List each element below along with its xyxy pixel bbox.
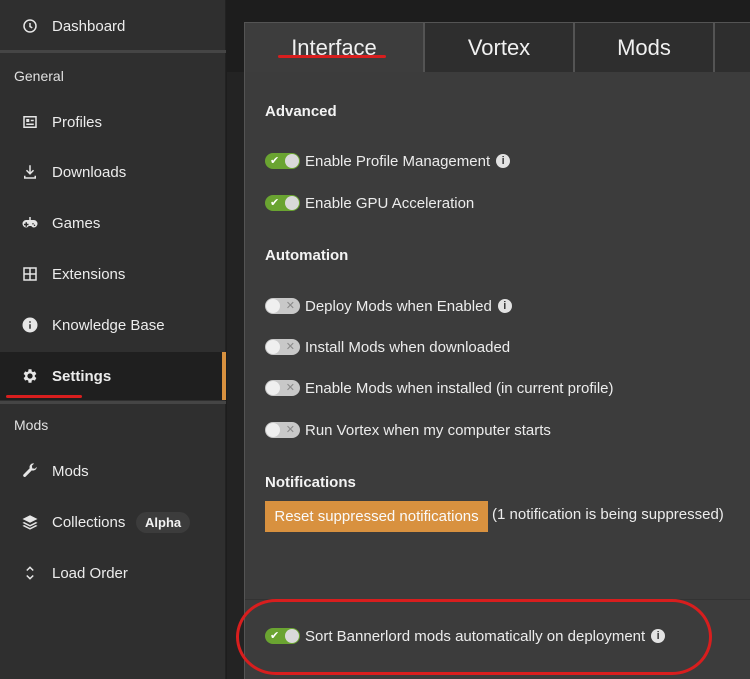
- sidebar-item-dashboard[interactable]: Dashboard: [0, 3, 226, 49]
- info-icon[interactable]: i: [651, 629, 666, 643]
- sidebar-item-label: Mods: [52, 462, 89, 480]
- sidebar-item-label: Dashboard: [52, 17, 126, 35]
- annotation-underline: [278, 55, 386, 58]
- annotation-underline: [6, 395, 82, 398]
- setting-label: Deploy Mods when Enabled: [305, 297, 492, 315]
- setting-sort-bannerlord: ✔ Sort Bannerlord mods automatically on …: [265, 626, 666, 646]
- setting-gpu-acceleration: ✔ Enable GPU Acceleration: [265, 193, 474, 213]
- setting-install-mods: ✕ Install Mods when downloaded: [265, 337, 510, 357]
- main-content: Interface Vortex Mods Advanced ✔ Enable …: [227, 0, 750, 679]
- setting-label: Enable Profile Management: [305, 152, 491, 170]
- alpha-badge: Alpha: [136, 512, 191, 533]
- sidebar-item-label: Profiles: [52, 113, 103, 131]
- toggle-switch[interactable]: ✔: [265, 195, 300, 211]
- sidebar-item-label: Extensions: [52, 265, 126, 283]
- x-icon: ✕: [285, 341, 295, 353]
- toggle-switch[interactable]: ✕: [265, 422, 300, 438]
- x-icon: ✕: [285, 424, 295, 436]
- sidebar-item-label: Games: [52, 214, 101, 232]
- section-header-mods: Mods: [14, 417, 49, 433]
- sidebar-item-extensions[interactable]: Extensions: [0, 251, 226, 297]
- section-heading-automation: Automation: [265, 247, 349, 264]
- check-icon: ✔: [270, 630, 280, 642]
- setting-run-at-startup: ✕ Run Vortex when my computer starts: [265, 420, 551, 440]
- extensions-icon: [21, 265, 39, 283]
- settings-panel: Advanced ✔ Enable Profile Management i ✔…: [244, 72, 750, 679]
- sort-icon: [21, 564, 39, 582]
- section-heading-advanced: Advanced: [265, 103, 337, 120]
- profiles-icon: [21, 113, 39, 131]
- sidebar-item-label: Downloads: [52, 163, 127, 181]
- sidebar-item-collections[interactable]: Collections Alpha: [0, 499, 226, 545]
- section-header-general: General: [14, 68, 64, 84]
- check-icon: ✔: [270, 155, 280, 167]
- sidebar-item-load-order[interactable]: Load Order: [0, 550, 226, 596]
- layers-icon: [21, 513, 39, 531]
- sidebar-item-profiles[interactable]: Profiles: [0, 99, 226, 145]
- sidebar: Dashboard General Profiles Downloads Gam…: [0, 0, 226, 679]
- toggle-switch[interactable]: ✕: [265, 380, 300, 396]
- gear-icon: [21, 367, 39, 385]
- x-icon: ✕: [285, 300, 295, 312]
- tab-overflow[interactable]: [714, 22, 750, 72]
- setting-label: Enable GPU Acceleration: [305, 194, 475, 212]
- sidebar-item-label: Collections: [52, 513, 126, 531]
- setting-deploy-mods: ✕ Deploy Mods when Enabled i: [265, 296, 512, 316]
- section-heading-notifications: Notifications: [265, 474, 356, 491]
- gamepad-icon: [21, 214, 39, 232]
- toggle-switch[interactable]: ✔: [265, 628, 300, 644]
- setting-label: Enable Mods when installed (in current p…: [305, 379, 614, 397]
- sidebar-divider: [0, 50, 226, 53]
- sidebar-item-label: Knowledge Base: [52, 316, 165, 334]
- tab-interface[interactable]: Interface: [244, 22, 424, 72]
- panel-divider: [245, 599, 750, 600]
- suppressed-count-text: (1 notification is being suppressed): [492, 506, 724, 523]
- sidebar-item-mods[interactable]: Mods: [0, 448, 226, 494]
- download-icon: [21, 163, 39, 181]
- x-icon: ✕: [285, 382, 295, 394]
- setting-label: Run Vortex when my computer starts: [305, 421, 551, 439]
- info-icon: [21, 316, 39, 334]
- sidebar-item-label: Load Order: [52, 564, 128, 582]
- check-icon: ✔: [270, 197, 280, 209]
- sidebar-divider: [0, 401, 226, 404]
- info-icon[interactable]: i: [496, 154, 511, 168]
- setting-label: Install Mods when downloaded: [305, 338, 511, 356]
- sidebar-item-label: Settings: [52, 367, 112, 385]
- info-icon[interactable]: i: [497, 299, 512, 313]
- sidebar-item-settings[interactable]: Settings: [0, 352, 226, 400]
- toggle-switch[interactable]: ✔: [265, 153, 300, 169]
- sidebar-item-downloads[interactable]: Downloads: [0, 149, 226, 195]
- tab-mods[interactable]: Mods: [574, 22, 714, 72]
- setting-profile-management: ✔ Enable Profile Management i: [265, 151, 511, 171]
- dashboard-icon: [21, 17, 39, 35]
- reset-notifications-button[interactable]: Reset suppressed notifications: [265, 501, 488, 532]
- toggle-switch[interactable]: ✕: [265, 298, 300, 314]
- wrench-icon: [21, 462, 39, 480]
- setting-enable-mods: ✕ Enable Mods when installed (in current…: [265, 378, 614, 398]
- tab-vortex[interactable]: Vortex: [424, 22, 574, 72]
- sidebar-item-games[interactable]: Games: [0, 200, 226, 246]
- setting-label: Sort Bannerlord mods automatically on de…: [305, 627, 646, 645]
- toggle-switch[interactable]: ✕: [265, 339, 300, 355]
- sidebar-item-knowledge-base[interactable]: Knowledge Base: [0, 302, 226, 348]
